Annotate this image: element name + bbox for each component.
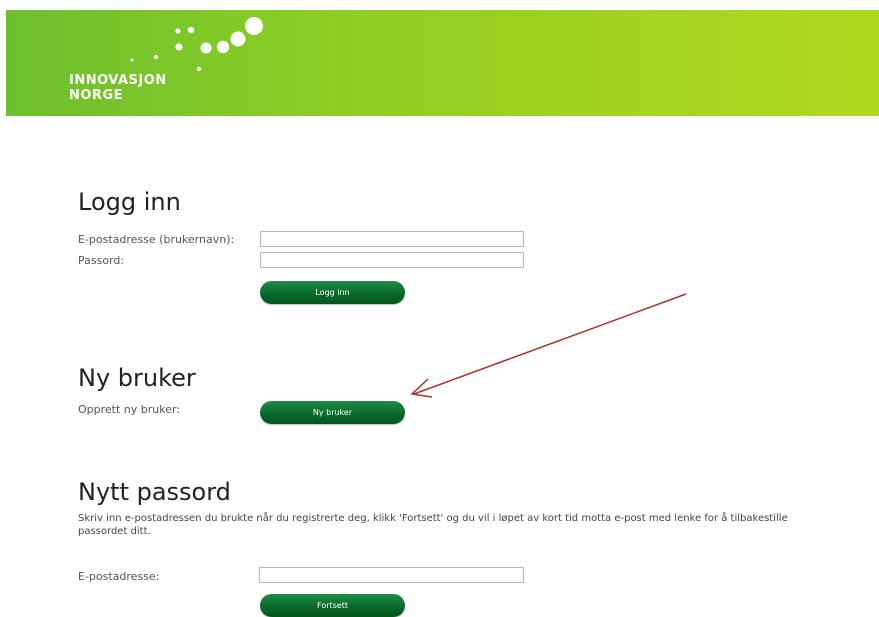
new-password-email-label: E-postadresse: xyxy=(78,570,160,583)
new-password-title: Nytt passord xyxy=(78,478,231,506)
new-password-description: Skriv inn e-postadressen du brukte når d… xyxy=(78,513,788,537)
continue-button[interactable]: Fortsett xyxy=(260,594,405,617)
new-password-email-input[interactable] xyxy=(259,567,524,583)
